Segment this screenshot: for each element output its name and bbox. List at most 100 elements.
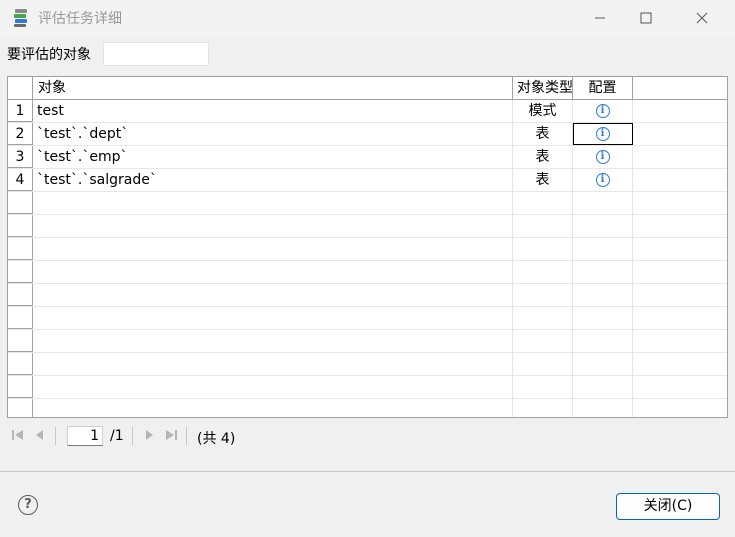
row-number-header	[8, 77, 33, 99]
cell-type: 表	[513, 123, 573, 145]
minimize-icon	[595, 17, 605, 19]
row-number	[8, 353, 33, 375]
prev-page-button[interactable]	[33, 428, 47, 442]
cell-object: `test`.`dept`	[33, 123, 513, 145]
table-row	[8, 238, 727, 261]
cell-object	[33, 192, 513, 214]
table-row	[8, 353, 727, 376]
info-icon[interactable]: i	[595, 173, 610, 187]
row-number	[8, 215, 33, 237]
pager-separator	[186, 427, 187, 445]
cell-object	[33, 307, 513, 329]
column-header-type[interactable]: 对象类型	[513, 77, 573, 99]
title-bar: 评估任务详细	[0, 0, 735, 36]
column-header-config[interactable]: 配置	[573, 77, 633, 99]
column-header-object[interactable]: 对象	[33, 77, 513, 99]
cell-type	[513, 399, 573, 417]
table-row[interactable]: 4 `test`.`salgrade` 表 i	[8, 169, 727, 192]
table-row	[8, 215, 727, 238]
cell-object	[33, 215, 513, 237]
maximize-button[interactable]	[623, 0, 669, 36]
cell-type	[513, 192, 573, 214]
cell-config	[573, 238, 633, 260]
table-header: 对象 对象类型 配置	[8, 77, 727, 100]
page-number-input[interactable]	[67, 426, 103, 446]
cell-config	[573, 330, 633, 352]
first-page-button[interactable]	[11, 428, 25, 442]
cell-type: 表	[513, 146, 573, 168]
cell-type	[513, 330, 573, 352]
cell-object: `test`.`salgrade`	[33, 169, 513, 191]
cell-type	[513, 376, 573, 398]
cell-config	[573, 261, 633, 283]
pager-separator	[132, 427, 133, 445]
row-number	[8, 284, 33, 306]
cell-config[interactable]: i	[573, 123, 633, 145]
filter-label: 要评估的对象	[7, 47, 91, 63]
window-title: 评估任务详细	[38, 11, 122, 27]
minimize-button[interactable]	[577, 0, 623, 36]
row-number	[8, 376, 33, 398]
pager-separator	[55, 427, 56, 445]
table-row	[8, 307, 727, 330]
cell-type	[513, 261, 573, 283]
table-row	[8, 376, 727, 399]
first-page-icon	[12, 430, 23, 440]
footer-divider	[0, 471, 735, 472]
cell-object	[33, 330, 513, 352]
info-icon[interactable]: i	[595, 104, 610, 118]
cell-object: test	[33, 100, 513, 122]
cell-object	[33, 284, 513, 306]
page-total: /1	[110, 428, 124, 444]
close-button[interactable]: 关闭(C)	[616, 493, 720, 520]
table-row	[8, 330, 727, 353]
filter-input[interactable]	[103, 42, 209, 66]
row-number	[8, 307, 33, 329]
cell-type	[513, 353, 573, 375]
cell-object: `test`.`emp`	[33, 146, 513, 168]
cell-config	[573, 192, 633, 214]
cell-config	[573, 353, 633, 375]
cell-config	[573, 307, 633, 329]
row-number	[8, 192, 33, 214]
table-row[interactable]: 2 `test`.`dept` 表 i	[8, 123, 727, 146]
cell-config	[573, 215, 633, 237]
cell-type	[513, 215, 573, 237]
cell-config[interactable]: i	[573, 146, 633, 168]
close-icon	[696, 12, 708, 24]
next-page-button[interactable]	[142, 428, 156, 442]
table-row	[8, 261, 727, 284]
table-row[interactable]: 1 test 模式 i	[8, 100, 727, 123]
row-number: 1	[8, 100, 33, 122]
cell-config	[573, 376, 633, 398]
window-close-button[interactable]	[679, 0, 725, 36]
cell-type	[513, 307, 573, 329]
cell-object	[33, 261, 513, 283]
cell-config[interactable]: i	[573, 169, 633, 191]
row-number: 2	[8, 123, 33, 145]
table-row	[8, 284, 727, 307]
database-stack-icon	[14, 9, 27, 27]
cell-config	[573, 399, 633, 417]
help-icon[interactable]: ?	[18, 495, 38, 515]
row-number: 3	[8, 146, 33, 168]
table-row	[8, 192, 727, 215]
row-number	[8, 330, 33, 352]
pager: /1 (共 4)	[0, 424, 735, 448]
cell-object	[33, 376, 513, 398]
info-icon[interactable]: i	[595, 150, 610, 164]
cell-config[interactable]: i	[573, 100, 633, 122]
last-page-icon	[166, 430, 177, 440]
row-number	[8, 261, 33, 283]
cell-type: 模式	[513, 100, 573, 122]
row-count: (共 4)	[197, 431, 236, 447]
cell-type: 表	[513, 169, 573, 191]
last-page-button[interactable]	[164, 428, 178, 442]
table-row[interactable]: 3 `test`.`emp` 表 i	[8, 146, 727, 169]
prev-page-icon	[36, 430, 43, 440]
row-number: 4	[8, 169, 33, 191]
info-icon[interactable]: i	[595, 127, 610, 141]
table-row	[8, 399, 727, 417]
cell-object	[33, 399, 513, 417]
cell-type	[513, 284, 573, 306]
